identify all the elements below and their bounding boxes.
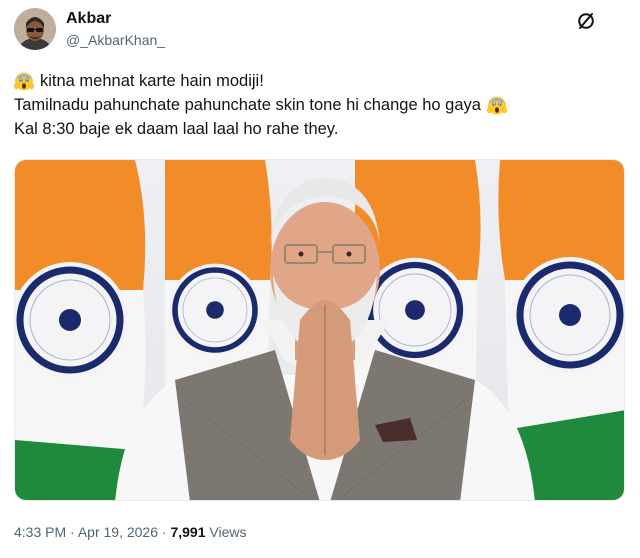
tweet-date[interactable]: Apr 19, 2026 (78, 524, 158, 540)
avatar-image (14, 8, 56, 50)
x-logo-icon[interactable] (576, 11, 596, 31)
tweet-time[interactable]: 4:33 PM (14, 524, 66, 540)
tweet-card: Akbar @_AkbarKhan_ kitna mehnat karte ha… (0, 0, 640, 558)
views-count[interactable]: 7,991 (170, 524, 205, 540)
author-handle[interactable]: @_AkbarKhan_ (66, 32, 165, 48)
views-label: Views (209, 524, 247, 540)
tweet-line-2-text: Tamilnadu pahunchate pahunchate skin ton… (14, 96, 481, 114)
tweet-media-photo[interactable] (14, 159, 625, 501)
tweet-meta: 4:33 PM · Apr 19, 2026 · 7,991 Views (14, 524, 246, 540)
tweet-line-3: Kal 8:30 baje ek daam laal laal ho rahe … (14, 117, 626, 141)
separator: · (161, 524, 167, 540)
face-screaming-in-fear-icon (487, 96, 507, 115)
tweet-text: kitna mehnat karte hain modiji! Tamilnad… (14, 69, 626, 141)
tweet-line-1-text: kitna mehnat karte hain modiji! (40, 72, 264, 90)
separator: · (70, 524, 75, 540)
face-screaming-in-fear-icon (14, 72, 34, 91)
author-name[interactable]: Akbar (66, 10, 111, 28)
tweet-line-3-text: Kal 8:30 baje ek daam laal laal ho rahe … (14, 120, 339, 138)
photo-image (15, 160, 624, 500)
avatar[interactable] (14, 8, 56, 50)
tweet-line-2: Tamilnadu pahunchate pahunchate skin ton… (14, 93, 626, 117)
tweet-line-1: kitna mehnat karte hain modiji! (14, 69, 626, 93)
